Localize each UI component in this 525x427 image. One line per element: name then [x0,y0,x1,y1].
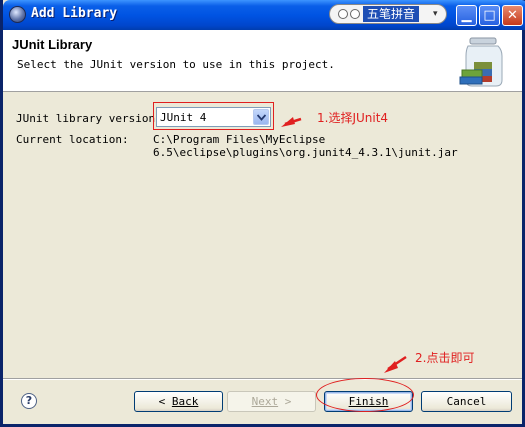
annotation-step1: 1.选择JUnit4 [317,111,389,125]
chevron-right-icon: > [278,395,292,408]
next-button[interactable]: Next > [227,391,316,412]
back-label: Back [171,395,199,408]
help-icon[interactable]: ? [21,393,37,409]
cancel-label: Cancel [446,395,487,408]
next-label: Next [251,395,279,408]
chevron-left-icon: < [158,395,172,408]
annotation-step2: 2.点击即可 [415,351,475,365]
cancel-button[interactable]: Cancel [421,391,512,412]
add-library-dialog: Add Library 五笔拼音 ▾ ▁ □ ✕ JUnit Library S… [0,0,525,427]
annotation-ellipse [316,378,414,412]
footer-separator [3,378,522,380]
back-button[interactable]: < Back [134,391,223,412]
arrow-step1-head-icon [281,117,295,127]
